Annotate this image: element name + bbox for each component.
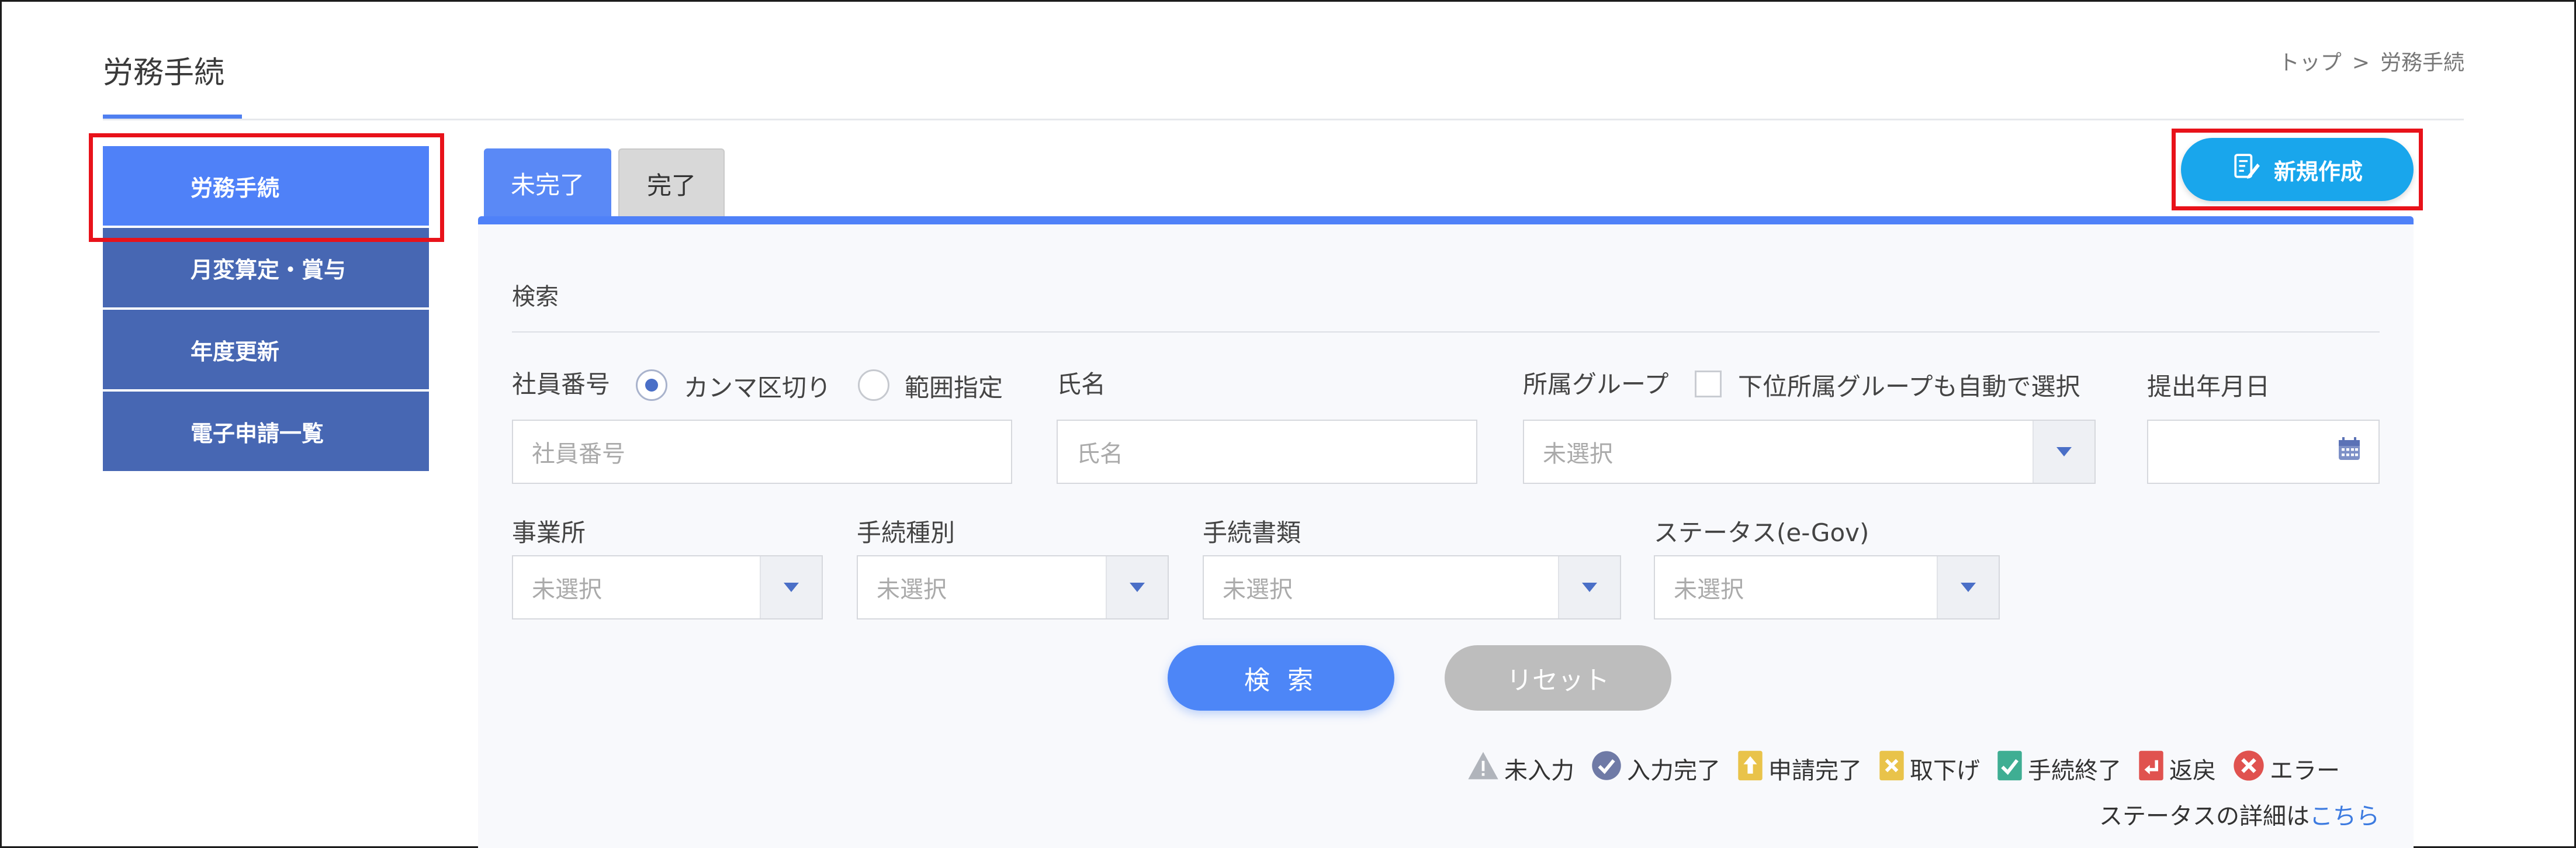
group-label: 所属グループ (1523, 370, 1669, 399)
legend-item: 取下げ (1878, 749, 1980, 788)
legend-label: 未入力 (1504, 757, 1574, 784)
include-subgroups-label: 下位所属グループも自動で選択 (1738, 372, 2080, 401)
radio-range[interactable] (858, 369, 889, 401)
breadcrumb-current: 労務手続 (2380, 51, 2464, 75)
sidebar: 労務手続 月変算定・賞与 年度更新 電子申請一覧 (103, 146, 429, 473)
name-placeholder: 氏名 (1076, 441, 1123, 468)
legend-item: 未入力 (1467, 750, 1574, 787)
radio-range-label: 範囲指定 (905, 373, 1003, 402)
include-subgroups-checkbox[interactable] (1695, 371, 1722, 397)
legend-item: 手続終了 (1996, 749, 2121, 788)
legend-label: 取下げ (1910, 757, 1980, 784)
submit-date-label: 提出年月日 (2147, 372, 2270, 401)
header-divider (103, 119, 2464, 120)
search-section-title: 検索 (512, 283, 559, 310)
status-detail-text: ステータスの詳細は (2099, 803, 2310, 830)
calendar-icon[interactable] (2338, 437, 2361, 467)
legend-label: 手続終了 (2028, 757, 2121, 784)
sidebar-item-e-application-list[interactable]: 電子申請一覧 (103, 392, 429, 471)
radio-selected-dot (645, 379, 658, 392)
name-input[interactable]: 氏名 (1057, 420, 1477, 484)
chevron-down-icon (760, 556, 822, 618)
upload-doc-icon (1737, 749, 1764, 788)
legend-item: 返戻 (2138, 749, 2216, 788)
status-detail-link[interactable]: こちら (2310, 803, 2380, 830)
return-doc-icon (2138, 749, 2165, 788)
chevron-down-icon (1937, 556, 1999, 618)
procedure-doc-select[interactable]: 未選択 (1203, 555, 1621, 619)
legend-label: 返戻 (2169, 757, 2216, 784)
new-create-button[interactable]: 新規作成 (2181, 138, 2414, 201)
search-button[interactable]: 検 索 (1168, 645, 1394, 711)
status-select-value: 未選択 (1674, 576, 1744, 603)
group-select-value: 未選択 (1543, 441, 1613, 468)
search-section-divider (512, 331, 2380, 333)
legend-item: 入力完了 (1591, 750, 1720, 787)
radio-comma-separated[interactable] (636, 369, 667, 401)
status-detail-note: ステータスの詳細はこちら (2099, 797, 2380, 831)
legend-label: 申請完了 (1768, 757, 1862, 784)
tab-complete[interactable]: 完了 (618, 148, 725, 217)
employee-number-input[interactable]: 社員番号 (512, 420, 1012, 484)
legend-label: エラー (2270, 757, 2340, 784)
sidebar-item-label: 電子申請一覧 (191, 420, 324, 447)
procedure-doc-label: 手続書類 (1203, 518, 1301, 547)
procedure-doc-select-value: 未選択 (1223, 576, 1293, 603)
sidebar-item-label: 月変算定・賞与 (191, 257, 347, 283)
legend-label: 入力完了 (1627, 757, 1720, 784)
office-label: 事業所 (512, 518, 586, 547)
warning-icon (1467, 750, 1500, 787)
check-circle-icon (1591, 750, 1622, 787)
tab-incomplete[interactable]: 未完了 (484, 148, 611, 217)
withdraw-doc-icon (1878, 749, 1905, 788)
legend-item: エラー (2232, 749, 2340, 788)
sidebar-item-label: 労務手続 (191, 175, 280, 201)
document-edit-icon (2232, 153, 2261, 187)
procedure-type-select[interactable]: 未選択 (857, 555, 1169, 619)
sidebar-item-salary-revision-bonus[interactable]: 月変算定・賞与 (103, 228, 429, 307)
chevron-down-icon (1106, 556, 1168, 618)
office-select-value: 未選択 (532, 576, 602, 603)
procedure-type-select-value: 未選択 (877, 576, 947, 603)
chevron-down-icon (2033, 421, 2094, 483)
employee-number-label: 社員番号 (512, 370, 611, 399)
sidebar-item-annual-update[interactable]: 年度更新 (103, 310, 429, 389)
radio-comma-separated-label: カンマ区切り (684, 373, 832, 402)
breadcrumb-home-link[interactable]: トップ (2279, 51, 2342, 75)
employee-number-placeholder: 社員番号 (532, 441, 625, 468)
breadcrumb-separator: > (2352, 51, 2370, 75)
office-select[interactable]: 未選択 (512, 555, 823, 619)
legend-item: 申請完了 (1737, 749, 1862, 788)
status-select[interactable]: 未選択 (1654, 555, 2000, 619)
group-select[interactable]: 未選択 (1523, 420, 2096, 484)
breadcrumb: トップ > 労務手続 (2279, 46, 2464, 76)
page-title: 労務手続 (103, 56, 225, 91)
sidebar-item-label: 年度更新 (191, 338, 280, 365)
procedure-type-label: 手続種別 (857, 518, 955, 547)
status-legend: 未入力 入力完了 申請完了 取下げ 手続終了 返戻 エラー (1467, 749, 2340, 788)
tab-underline (478, 216, 2414, 224)
sidebar-item-labor-procedures[interactable]: 労務手続 (103, 146, 429, 226)
reset-button[interactable]: リセット (1445, 645, 1671, 711)
done-doc-icon (1996, 749, 2023, 788)
name-label: 氏名 (1057, 370, 1106, 399)
status-label: ステータス(e-Gov) (1654, 518, 1869, 547)
error-icon (2232, 749, 2265, 788)
submit-date-input[interactable] (2147, 420, 2380, 484)
new-create-label: 新規作成 (2273, 158, 2363, 185)
chevron-down-icon (1558, 556, 1620, 618)
